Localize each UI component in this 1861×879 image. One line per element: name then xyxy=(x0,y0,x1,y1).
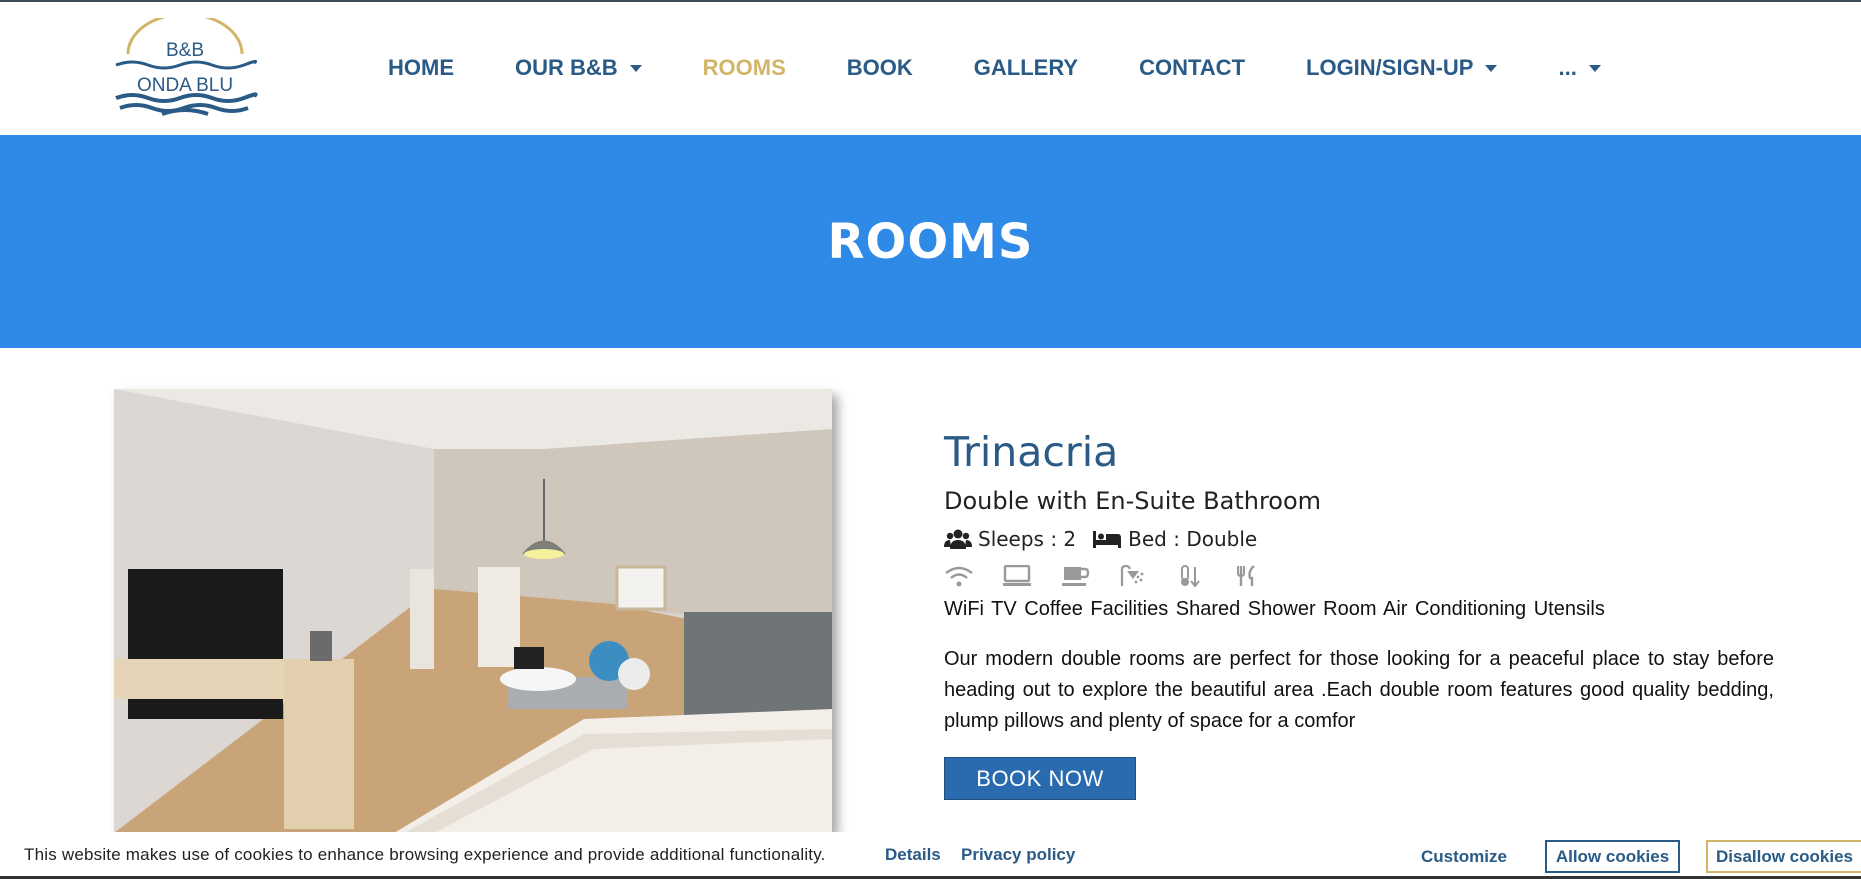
nav-our-bnb[interactable]: OUR B&B xyxy=(515,55,642,81)
logo-bottom-text: ONDA BLU xyxy=(137,75,233,96)
amenities-list: WiFi TV Coffee Facilities Shared Shower … xyxy=(944,598,1605,620)
nav-home[interactable]: HOME xyxy=(388,55,454,81)
chevron-down-icon xyxy=(1485,64,1498,72)
users-icon xyxy=(944,529,972,549)
nav-contact-label: CONTACT xyxy=(1139,55,1246,80)
coffee-icon xyxy=(1060,565,1118,592)
logo-top-text: B&B xyxy=(166,40,204,61)
amenity-icons xyxy=(944,564,1292,592)
site-header: B&B ONDA BLU HOME OUR B&B ROOMS BOOK GAL… xyxy=(0,2,1861,135)
book-now-button[interactable]: BOOK NOW xyxy=(944,757,1136,800)
nav-book[interactable]: BOOK xyxy=(847,55,913,81)
room-specs: Sleeps : 2 Bed : Double xyxy=(944,527,1257,551)
room-type: Double with En-Suite Bathroom xyxy=(944,487,1322,515)
customize-button[interactable]: Customize xyxy=(1409,840,1519,873)
bed-text: Bed : Double xyxy=(1128,527,1258,551)
nav-gallery[interactable]: GALLERY xyxy=(974,55,1078,81)
bed-icon xyxy=(1093,531,1122,548)
nav-more-label: ... xyxy=(1558,55,1577,80)
room-photo-illustration xyxy=(114,389,832,833)
nav-book-label: BOOK xyxy=(846,55,913,80)
chevron-down-icon xyxy=(629,64,642,72)
logo-graphic: B&B ONDA BLU xyxy=(115,12,258,116)
disallow-cookies-button[interactable]: Disallow cookies xyxy=(1706,840,1861,873)
room-photo[interactable] xyxy=(114,389,832,833)
cookie-message: This website makes use of cookies to enh… xyxy=(24,845,826,864)
shower-icon xyxy=(1118,564,1176,592)
logo[interactable]: B&B ONDA BLU xyxy=(112,12,258,118)
thermometer-icon xyxy=(1176,565,1234,592)
page-title: ROOMS xyxy=(827,213,1034,270)
nav-gallery-label: GALLERY xyxy=(973,55,1079,80)
nav-home-label: HOME xyxy=(388,55,454,80)
room-name: Trinacria xyxy=(944,428,1119,476)
nav-login-signup[interactable]: LOGIN/SIGN-UP xyxy=(1306,55,1498,81)
main-nav: HOME OUR B&B ROOMS BOOK GALLERY CONTACT … xyxy=(388,48,1662,88)
sleeps-text: Sleeps : 2 xyxy=(978,527,1077,551)
nav-login-signup-label: LOGIN/SIGN-UP xyxy=(1306,55,1474,80)
cookie-details-link[interactable]: Details xyxy=(885,845,941,865)
nav-more[interactable]: ... xyxy=(1558,55,1601,81)
hero-banner: ROOMS xyxy=(0,135,1861,348)
nav-our-bnb-label: OUR B&B xyxy=(515,55,618,80)
allow-cookies-button[interactable]: Allow cookies xyxy=(1545,840,1680,873)
room-description: Our modern double rooms are perfect for … xyxy=(944,648,1774,732)
wifi-icon xyxy=(944,565,1002,592)
cookie-banner: This website makes use of cookies to enh… xyxy=(0,832,1861,879)
chevron-down-icon xyxy=(1588,64,1601,72)
utensils-icon xyxy=(1234,565,1292,592)
tv-icon xyxy=(1002,564,1060,592)
nav-rooms-label: ROOMS xyxy=(702,55,786,80)
nav-rooms[interactable]: ROOMS xyxy=(703,55,786,81)
privacy-policy-link[interactable]: Privacy policy xyxy=(961,845,1075,865)
nav-contact[interactable]: CONTACT xyxy=(1139,55,1245,81)
